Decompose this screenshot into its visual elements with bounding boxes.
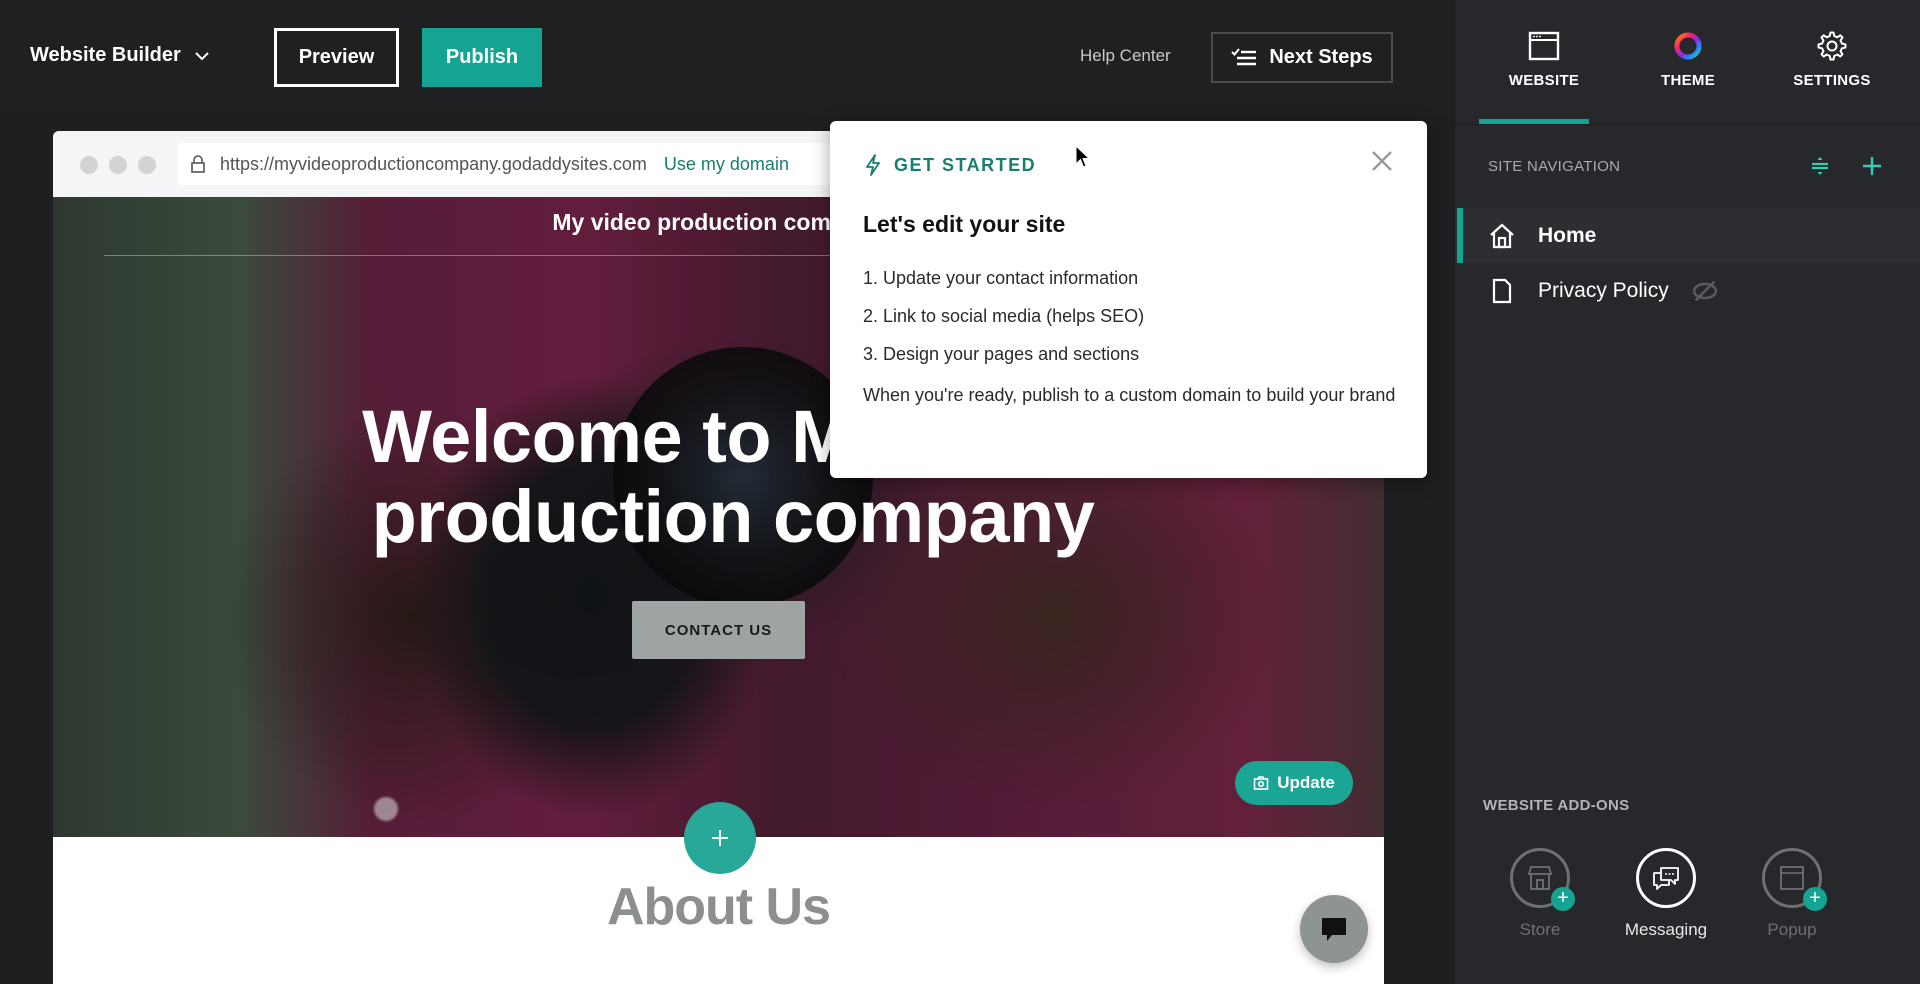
- lightning-icon: [866, 154, 880, 176]
- next-steps-button[interactable]: Next Steps: [1211, 32, 1393, 83]
- chat-bubble-icon: [1322, 918, 1346, 941]
- publish-button[interactable]: Publish: [422, 28, 542, 87]
- steps-list: 1. Update your contact information 2. Li…: [863, 267, 1403, 409]
- nav-item-privacy-policy[interactable]: Privacy Policy: [1455, 263, 1920, 318]
- camera-icon: [1253, 776, 1269, 790]
- nav-item-label: Home: [1538, 223, 1597, 247]
- brand-label: Website Builder: [30, 44, 181, 66]
- page-icon: [1492, 278, 1512, 303]
- about-title: About Us: [606, 878, 831, 936]
- popover-footer-text: When you're ready, publish to a custom d…: [863, 385, 1396, 405]
- nav-item-home[interactable]: Home: [1455, 208, 1920, 263]
- addon-messaging[interactable]: Messaging: [1611, 848, 1721, 940]
- tab-website[interactable]: WEBSITE: [1479, 30, 1609, 90]
- home-icon: [1490, 223, 1514, 248]
- website-builder-menu[interactable]: Website Builder: [30, 44, 211, 67]
- update-image-button[interactable]: Update: [1235, 761, 1353, 805]
- website-addons-heading: WEBSITE ADD-ONS: [1483, 797, 1630, 814]
- checklist-icon: [1231, 47, 1257, 65]
- preview-button[interactable]: Preview: [274, 28, 399, 87]
- color-wheel-icon: [1674, 32, 1702, 60]
- add-addon-icon: +: [1803, 887, 1827, 911]
- add-section-button[interactable]: [684, 802, 756, 874]
- lock-icon: [191, 155, 205, 173]
- contact-us-button[interactable]: CONTACT US: [632, 601, 805, 659]
- panel-tabs: WEBSITE THEME SETTINGS: [1455, 0, 1920, 125]
- nav-item-label: Privacy Policy: [1538, 278, 1669, 302]
- popup-icon: [1780, 866, 1804, 890]
- site-navigation-tools: [1807, 153, 1885, 179]
- use-my-domain-link[interactable]: Use my domain: [664, 154, 789, 175]
- update-label: Update: [1277, 773, 1335, 792]
- tab-theme[interactable]: THEME: [1623, 30, 1753, 90]
- hidden-eye-icon: [1692, 280, 1717, 301]
- add-addon-icon: +: [1551, 887, 1575, 911]
- store-icon: [1527, 866, 1553, 890]
- popover-title: Let's edit your site: [863, 211, 1066, 237]
- site-url: https://myvideoproductioncompany.godaddy…: [220, 153, 647, 174]
- plus-icon: [712, 830, 728, 846]
- browser-window-icon: [1528, 31, 1560, 61]
- top-toolbar: Website Builder Preview Publish Help Cen…: [0, 0, 1454, 114]
- get-started-popover: GET STARTED Let's edit your site 1. Upda…: [830, 121, 1427, 478]
- chat-widget-button[interactable]: [1300, 895, 1368, 963]
- help-center-link[interactable]: Help Center: [1080, 46, 1171, 66]
- tab-settings[interactable]: SETTINGS: [1767, 30, 1897, 90]
- website-builder-app: Website Builder Preview Publish Help Cen…: [0, 0, 1920, 984]
- step-item: 2. Link to social media (helps SEO): [863, 306, 1145, 326]
- next-steps-label: Next Steps: [1269, 46, 1373, 68]
- window-dots: [80, 156, 156, 174]
- addon-store[interactable]: + Store: [1485, 848, 1595, 940]
- slide-indicator[interactable]: [374, 797, 398, 821]
- active-tab-indicator: [1479, 119, 1589, 124]
- messaging-icon: [1653, 867, 1679, 890]
- addon-popup[interactable]: + Popup: [1737, 848, 1847, 940]
- add-page-icon[interactable]: [1859, 153, 1885, 179]
- reorder-icon[interactable]: [1807, 153, 1833, 179]
- step-item: 3. Design your pages and sections: [863, 344, 1140, 364]
- step-item: 1. Update your contact information: [863, 268, 1139, 288]
- site-navigation-heading: SITE NAVIGATION: [1488, 158, 1621, 175]
- right-panel: WEBSITE THEME SETTINGS SITE NAVIGATION H: [1454, 0, 1920, 984]
- mouse-cursor-icon: [1075, 145, 1091, 168]
- chevron-down-icon: [195, 51, 209, 60]
- get-started-kicker: GET STARTED: [864, 154, 1036, 176]
- close-icon[interactable]: [1368, 147, 1396, 175]
- gear-icon: [1817, 31, 1847, 61]
